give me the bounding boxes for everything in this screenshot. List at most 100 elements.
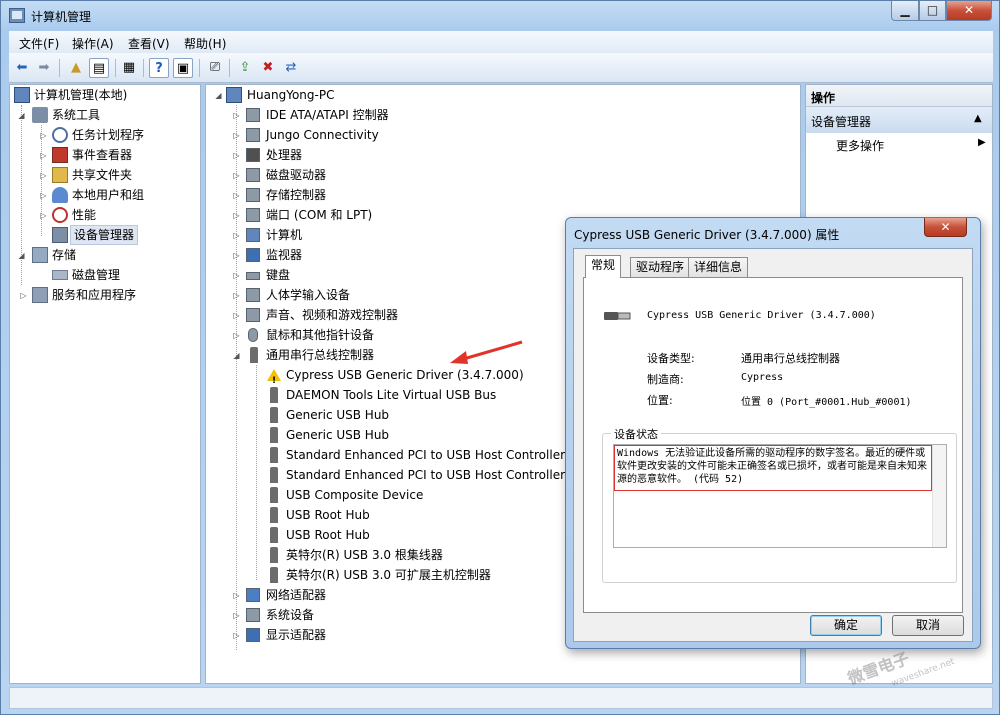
keyboard-icon [246,272,260,280]
menu-help[interactable]: 帮助(H) [184,35,226,52]
dialog-body: 常规 驱动程序 详细信息 Cypress USB Generic Driver … [573,248,973,642]
expand-arrow-icon[interactable]: ▷ [39,191,48,200]
expand-arrow-icon[interactable]: ▷ [232,631,241,640]
collapse-up-icon[interactable]: ▲ [974,113,982,124]
mouse-icon [248,328,258,342]
expand-arrow-icon[interactable]: ▷ [232,591,241,600]
scan-hardware-icon[interactable]: ⎚ [205,58,225,78]
expand-arrow-icon[interactable]: ▷ [232,191,241,200]
tree-item-label: 本地用户和组 [72,188,145,202]
category-label: 键盘 [266,268,291,282]
device-label: USB Root Hub [286,528,370,542]
help-icon[interactable]: ? [149,58,169,78]
device-label: DAEMON Tools Lite Virtual USB Bus [286,388,497,402]
device-label: USB Root Hub [286,508,370,522]
expand-arrow-icon[interactable]: ▷ [232,131,241,140]
category-label: 监视器 [266,248,303,262]
expand-arrow-icon[interactable]: ▷ [232,211,241,220]
more-actions-item[interactable]: 更多操作 [836,137,884,154]
device-type-label: 设备类型: [647,352,695,365]
computer-name-label: HuangYong-PC [247,88,335,102]
dialog-close-button[interactable]: ✕ [924,218,967,237]
window-title: 计算机管理 [31,10,92,24]
general-tab-panel: Cypress USB Generic Driver (3.4.7.000) 设… [583,277,963,613]
collapse-arrow-icon[interactable]: ◢ [214,91,223,100]
show-hide-action-pane-icon[interactable]: ▣ [173,58,193,78]
up-folder-icon[interactable]: ▲ [66,58,86,78]
enable-device-icon[interactable]: ⇄ [281,58,301,78]
device-status-legend: 设备状态 [611,426,661,442]
collapse-arrow-icon[interactable]: ◢ [17,251,26,260]
ide-controller-icon [246,108,260,122]
menu-action[interactable]: 操作(A) [72,35,114,52]
expand-arrow-icon[interactable]: ▷ [232,311,241,320]
expand-arrow-icon[interactable]: ▷ [39,171,48,180]
system-device-icon [246,608,260,622]
expand-arrow-icon[interactable]: ▷ [19,291,28,300]
device-label: 英特尔(R) USB 3.0 根集线器 [286,548,443,562]
console-tree-pane[interactable]: 计算机管理(本地) ◢ 系统工具 ▷ 任务计划程序 ▷ 事件查看器 ▷ 共享文件… [9,84,201,684]
collapse-arrow-icon[interactable]: ◢ [17,111,26,120]
category-label: 鼠标和其他指针设备 [266,328,375,342]
usb-icon [270,507,278,523]
computer-management-icon [9,8,25,23]
expand-arrow-icon[interactable]: ▷ [232,251,241,260]
expand-arrow-icon[interactable]: ▷ [232,171,241,180]
category-label: 系统设备 [266,608,315,622]
computer-icon [226,87,242,103]
expand-arrow-icon[interactable]: ▷ [232,231,241,240]
network-adapter-icon [246,588,260,602]
device-status-textbox[interactable]: Windows 无法验证此设备所需的驱动程序的数字签名。最近的硬件或软件更改安装… [613,444,947,548]
expand-arrow-icon[interactable]: ▷ [39,211,48,220]
device-label: Generic USB Hub [286,428,390,442]
speaker-icon [246,308,260,322]
device-name: Cypress USB Generic Driver (3.4.7.000) [647,310,876,321]
tree-item-label-selected: 设备管理器 [70,225,139,245]
expand-arrow-icon[interactable]: ▷ [39,131,48,140]
category-label: 计算机 [266,228,303,242]
usb-icon [270,387,278,403]
tab-details[interactable]: 详细信息 [688,257,749,277]
submenu-arrow-icon[interactable]: ▶ [978,137,986,148]
properties-icon[interactable]: ▦ [119,58,139,78]
arrow-shaft [459,340,523,362]
tab-general[interactable]: 常规 [585,255,622,278]
device-label: Cypress USB Generic Driver (3.4.7.000) [286,368,524,382]
expand-arrow-icon[interactable]: ▷ [232,331,241,340]
console-tree-toggle-icon[interactable]: ▤ [89,58,109,78]
ok-button[interactable]: 确定 [810,615,882,636]
expand-arrow-icon[interactable]: ▷ [39,151,48,160]
dialog-title: Cypress USB Generic Driver (3.4.7.000) 属… [574,228,840,242]
category-label: 声音、视频和游戏控制器 [266,308,399,322]
annotation-arrow [450,340,523,364]
maximize-button[interactable]: □ [919,1,946,21]
processor-icon [246,148,260,162]
forward-arrow-icon[interactable]: ➡ [34,58,54,78]
cancel-button[interactable]: 取消 [892,615,964,636]
uninstall-icon[interactable]: ✖ [258,58,278,78]
manufacturer-label: 制造商: [647,373,684,386]
menu-file[interactable]: 文件(F) [19,35,59,52]
update-driver-icon[interactable]: ⇪ [235,58,255,78]
device-label: 英特尔(R) USB 3.0 可扩展主机控制器 [286,568,491,582]
close-button[interactable]: ✕ [946,1,992,21]
minimize-button[interactable]: ▁ [891,1,919,21]
expand-arrow-icon[interactable]: ▷ [232,291,241,300]
menu-view[interactable]: 查看(V) [128,35,170,52]
expand-arrow-icon[interactable]: ▷ [232,271,241,280]
actions-section-device-manager[interactable]: 设备管理器 [806,107,992,133]
tab-driver[interactable]: 驱动程序 [630,257,691,277]
back-arrow-icon[interactable]: ⬅ [12,58,32,78]
device-status-text: Windows 无法验证此设备所需的驱动程序的数字签名。最近的硬件或软件更改安装… [614,445,932,491]
disk-icon [52,270,68,280]
title-bar[interactable]: 计算机管理 ▁ □ ✕ [1,1,999,31]
expand-arrow-icon[interactable]: ▷ [232,611,241,620]
usb-icon [270,447,278,463]
expand-arrow-icon[interactable]: ▷ [232,151,241,160]
usb-icon [270,567,278,583]
usb-icon [270,407,278,423]
category-label: 人体学输入设备 [266,288,351,302]
collapse-arrow-icon[interactable]: ◢ [232,351,241,360]
status-scrollbar[interactable] [932,445,946,547]
expand-arrow-icon[interactable]: ▷ [232,111,241,120]
